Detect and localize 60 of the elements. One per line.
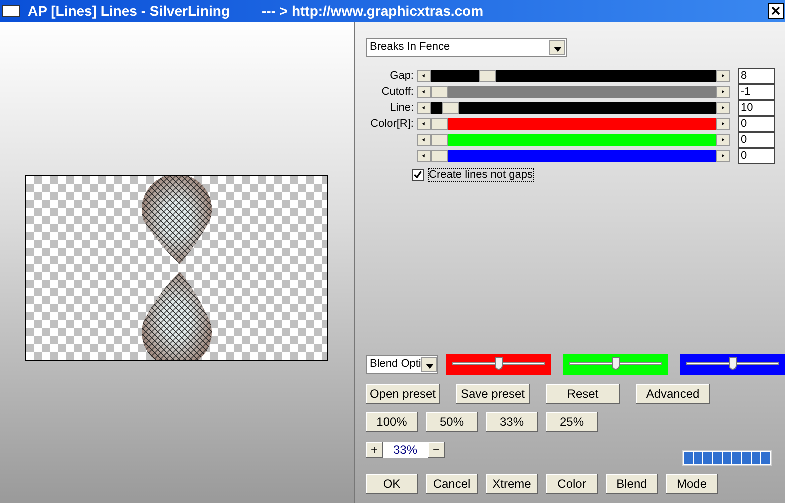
zoom-level-button[interactable]: 25% bbox=[546, 412, 598, 432]
slider-label: Cutoff: bbox=[380, 84, 414, 100]
close-icon[interactable] bbox=[768, 3, 784, 19]
preset-button[interactable]: Save preset bbox=[456, 384, 530, 404]
slider-label: Gap: bbox=[389, 68, 414, 84]
left-arrow-button[interactable] bbox=[417, 86, 431, 98]
right-arrow-button[interactable] bbox=[716, 86, 730, 98]
slider-thumb[interactable] bbox=[612, 357, 620, 370]
value-field[interactable]: -1 bbox=[738, 84, 775, 100]
blend-slider[interactable] bbox=[680, 354, 785, 375]
value-field[interactable]: 0 bbox=[738, 132, 775, 148]
left-arrow-button[interactable] bbox=[417, 150, 431, 162]
caret-icon[interactable] bbox=[421, 357, 437, 372]
right-arrow-button[interactable] bbox=[716, 150, 730, 162]
window-icon bbox=[2, 5, 20, 17]
slider-thumb[interactable] bbox=[431, 150, 448, 162]
dialog-button[interactable]: Cancel bbox=[426, 474, 478, 494]
dialog-button[interactable]: OK bbox=[366, 474, 418, 494]
blend-dropdown[interactable]: Blend Opti bbox=[366, 355, 438, 374]
zoom-level-button[interactable]: 100% bbox=[366, 412, 418, 432]
zoom-field[interactable]: 33% bbox=[383, 442, 428, 458]
value-field[interactable]: 10 bbox=[738, 100, 775, 116]
slider-thumb[interactable] bbox=[431, 118, 448, 130]
checkbox-label: Create lines not gaps bbox=[428, 168, 534, 182]
slider-thumb[interactable] bbox=[431, 86, 448, 98]
value-field[interactable]: 8 bbox=[738, 68, 775, 84]
left-arrow-button[interactable] bbox=[417, 134, 431, 146]
slider-thumb[interactable] bbox=[728, 357, 736, 370]
caret-icon[interactable] bbox=[549, 40, 565, 55]
left-arrow-button[interactable] bbox=[417, 118, 431, 130]
window-title: AP [Lines] Lines - SilverLining bbox=[28, 2, 230, 21]
left-arrow-button[interactable] bbox=[417, 102, 431, 114]
zoom-in-button[interactable]: + bbox=[366, 442, 383, 458]
zoom-level-button[interactable]: 33% bbox=[486, 412, 538, 432]
preset-button[interactable]: Open preset bbox=[366, 384, 440, 404]
slider-thumb[interactable] bbox=[479, 70, 496, 82]
dialog-button[interactable]: Xtreme bbox=[486, 474, 538, 494]
preset-button[interactable]: Reset bbox=[546, 384, 620, 404]
slider-thumb[interactable] bbox=[442, 102, 459, 114]
zoom-level-button[interactable]: 50% bbox=[426, 412, 478, 432]
left-arrow-button[interactable] bbox=[417, 70, 431, 82]
value-field[interactable]: 0 bbox=[738, 148, 775, 164]
right-arrow-button[interactable] bbox=[716, 134, 730, 146]
right-arrow-button[interactable] bbox=[716, 102, 730, 114]
blend-slider[interactable] bbox=[563, 354, 668, 375]
dialog-button[interactable]: Blend bbox=[606, 474, 658, 494]
zoom-out-button[interactable]: − bbox=[428, 442, 445, 458]
slider-thumb[interactable] bbox=[494, 357, 502, 370]
slider-label: Line: bbox=[389, 100, 414, 116]
slider-label: Color[R]: bbox=[370, 116, 414, 132]
preset-button[interactable]: Advanced bbox=[636, 384, 710, 404]
right-arrow-button[interactable] bbox=[716, 70, 730, 82]
right-arrow-button[interactable] bbox=[716, 118, 730, 130]
checkbox[interactable] bbox=[412, 169, 424, 181]
value-field[interactable]: 0 bbox=[738, 116, 775, 132]
dialog-button[interactable]: Color bbox=[546, 474, 598, 494]
blend-slider[interactable] bbox=[446, 354, 551, 375]
slider-thumb[interactable] bbox=[431, 134, 448, 146]
effect-dropdown[interactable]: Breaks In Fence bbox=[366, 38, 567, 57]
dialog-button[interactable]: Mode bbox=[666, 474, 718, 494]
